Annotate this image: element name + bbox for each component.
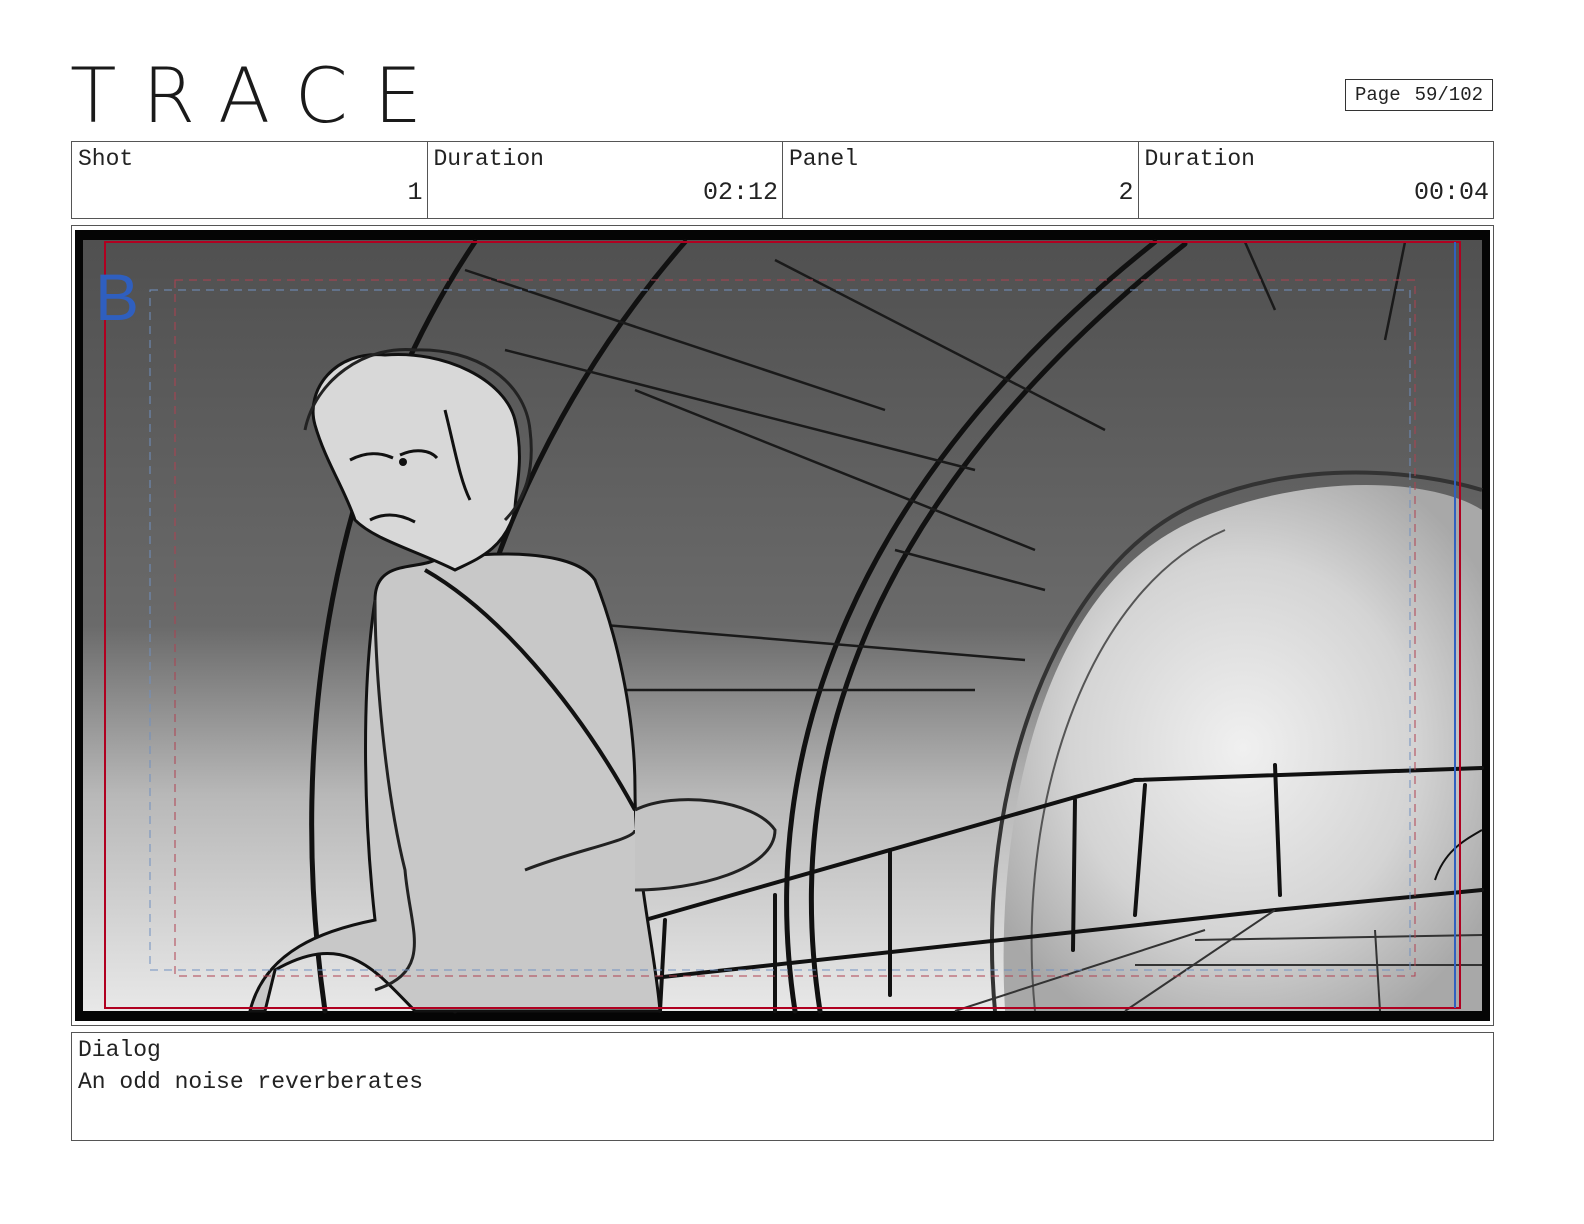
shot-duration-cell: Duration 02:12 [428, 142, 783, 218]
shot-duration-label: Duration [433, 146, 544, 172]
panel-duration-cell: Duration 00:04 [1139, 142, 1494, 218]
dialog-text: An odd noise reverberates [78, 1069, 424, 1095]
shot-value: 1 [407, 178, 423, 207]
page-indicator: Page 59/102 [1345, 79, 1493, 111]
panel-label: Panel [789, 146, 859, 172]
page-label: Page [1354, 84, 1401, 106]
shot-info-row: Shot 1 Duration 02:12 Panel 2 Duration 0… [71, 141, 1494, 219]
panel-cell: Panel 2 [783, 142, 1139, 218]
app-title: TRACE [70, 51, 448, 140]
panel-duration-value: 00:04 [1413, 178, 1489, 207]
dialog-label: Dialog [78, 1037, 161, 1063]
shot-duration-value: 02:12 [702, 178, 778, 207]
page-number: 59/102 [1414, 84, 1484, 106]
shot-label: Shot [78, 146, 134, 172]
storyboard-sketch: B [75, 230, 1490, 1021]
shot-cell: Shot 1 [72, 142, 428, 218]
dialog-box: Dialog An odd noise reverberates [71, 1032, 1494, 1141]
storyboard-panel: B [71, 225, 1494, 1026]
safe-marker: B [95, 260, 139, 334]
panel-value: 2 [1118, 178, 1134, 207]
panel-duration-label: Duration [1144, 146, 1255, 172]
